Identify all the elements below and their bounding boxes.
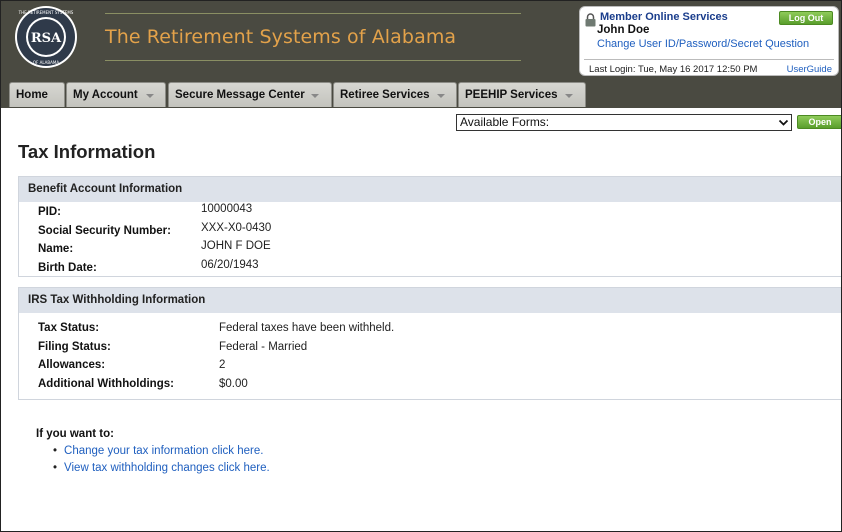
- field-label: Name:: [38, 243, 74, 255]
- tab-home[interactable]: Home: [9, 82, 65, 107]
- field-label: Filing Status:: [38, 341, 111, 353]
- field-label: Social Security Number:: [38, 225, 171, 237]
- last-login-text: Last Login: Tue, May 16 2017 12:50 PM: [589, 64, 758, 75]
- open-form-button[interactable]: Open: [797, 115, 841, 129]
- list-item: • View tax withholding changes click here…: [53, 462, 270, 474]
- benefit-account-section: Benefit Account Information PID: 1000004…: [18, 176, 841, 277]
- field-value: Federal - Married: [219, 341, 308, 353]
- tab-secure-message-center[interactable]: Secure Message Center: [168, 82, 332, 107]
- tab-label: My Account: [73, 89, 138, 101]
- view-withholding-changes-link[interactable]: View tax withholding changes click here.: [64, 462, 270, 474]
- tab-my-account[interactable]: My Account: [66, 82, 166, 107]
- header-divider-top: [105, 13, 521, 14]
- chevron-down-icon: [146, 94, 154, 98]
- bullet-icon: •: [53, 462, 58, 474]
- change-credentials-link[interactable]: Change User ID/Password/Secret Question: [597, 38, 809, 50]
- bullet-icon: •: [53, 445, 58, 457]
- member-services-title: Member Online Services: [600, 11, 728, 23]
- field-label: PID:: [38, 206, 61, 218]
- page-frame: RSA THE RETIREMENT SYSTEMS OF ALABAMA Th…: [0, 0, 842, 532]
- chevron-down-icon: [565, 94, 573, 98]
- chevron-down-icon: [778, 117, 789, 132]
- logout-button[interactable]: Log Out: [779, 11, 833, 25]
- forms-select-value: Available Forms:: [460, 115, 550, 129]
- tab-peehip-services[interactable]: PEEHIP Services: [458, 82, 586, 107]
- field-value: 06/20/1943: [201, 259, 259, 271]
- tab-label: Secure Message Center: [175, 89, 305, 101]
- tab-retiree-services[interactable]: Retiree Services: [333, 82, 457, 107]
- site-title: The Retirement Systems of Alabama: [105, 26, 457, 48]
- svg-text:OF ALABAMA: OF ALABAMA: [33, 60, 59, 65]
- field-value: JOHN F DOE: [201, 240, 271, 252]
- change-tax-info-link[interactable]: Change your tax information click here.: [64, 445, 263, 457]
- userguide-link[interactable]: UserGuide: [787, 64, 832, 75]
- field-label: Additional Withholdings:: [38, 378, 174, 390]
- field-value: 2: [219, 359, 226, 371]
- irs-tax-withholding-section: IRS Tax Withholding Information Tax Stat…: [18, 287, 841, 400]
- chevron-down-icon: [311, 94, 319, 98]
- available-forms-select[interactable]: Available Forms:: [456, 114, 792, 131]
- tab-label: Home: [16, 89, 48, 101]
- section-heading: IRS Tax Withholding Information: [19, 288, 841, 313]
- field-value: 10000043: [201, 203, 253, 215]
- page-title: Tax Information: [18, 141, 156, 162]
- rsa-logo[interactable]: RSA THE RETIREMENT SYSTEMS OF ALABAMA: [14, 5, 78, 69]
- tab-label: PEEHIP Services: [465, 89, 558, 101]
- field-value: Federal taxes have been withheld.: [219, 322, 395, 334]
- svg-text:THE RETIREMENT SYSTEMS: THE RETIREMENT SYSTEMS: [18, 10, 74, 15]
- member-online-services-box: Member Online Services John Doe Change U…: [579, 6, 839, 76]
- chevron-down-icon: [437, 94, 445, 98]
- member-name: John Doe: [597, 24, 650, 36]
- header-divider-bottom: [105, 60, 521, 61]
- actions-intro: If you want to:: [36, 428, 114, 440]
- field-label: Tax Status:: [38, 322, 100, 334]
- field-value: XXX-X0-0430: [201, 222, 272, 234]
- field-label: Birth Date:: [38, 262, 97, 274]
- tab-label: Retiree Services: [340, 89, 430, 101]
- svg-text:RSA: RSA: [31, 31, 62, 46]
- lock-icon: [585, 13, 596, 32]
- field-value: $0.00: [219, 378, 248, 390]
- list-item: • Change your tax information click here.: [53, 445, 263, 457]
- site-header: RSA THE RETIREMENT SYSTEMS OF ALABAMA Th…: [1, 1, 841, 108]
- member-box-divider: [584, 59, 834, 60]
- section-heading: Benefit Account Information: [19, 177, 841, 202]
- field-label: Allowances:: [38, 359, 106, 371]
